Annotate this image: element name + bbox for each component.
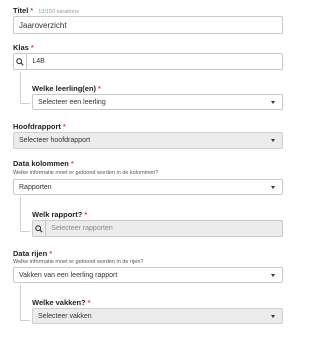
- indent-line: [20, 285, 21, 321]
- indent-line: [20, 103, 30, 104]
- rapport-input[interactable]: [46, 221, 282, 236]
- leerling-select[interactable]: Selecteer een leerling: [32, 94, 283, 110]
- titel-label: Titel * 13/150 karakters: [13, 6, 80, 15]
- caret-down-icon: [271, 274, 275, 277]
- klas-input[interactable]: [27, 54, 282, 69]
- hoofdrapport-select[interactable]: Selecteer hoofdrapport: [13, 132, 283, 149]
- klas-search-field[interactable]: [13, 53, 283, 70]
- indent-line: [20, 197, 21, 232]
- hoofdrapport-label: Hoofdrapport *: [13, 122, 66, 131]
- kolommen-help: Welke informatie moet er getoond worden …: [13, 170, 159, 176]
- rijen-help: Welke informatie moet er getoond worden …: [13, 259, 144, 265]
- indent-line: [20, 231, 30, 232]
- kolommen-label: Data kolommen *: [13, 159, 74, 168]
- rapport-search-field[interactable]: [32, 220, 283, 237]
- rijen-label: Data rijen *: [13, 249, 53, 258]
- rijen-select[interactable]: Vakken van een leerling rapport: [13, 267, 283, 283]
- search-icon[interactable]: [33, 221, 47, 236]
- vakken-label: Welke vakken? *: [32, 298, 91, 307]
- search-icon[interactable]: [14, 54, 28, 69]
- rapport-label: Welk rapport? *: [32, 210, 88, 219]
- leerling-label: Welke leerling(en) *: [32, 84, 101, 93]
- indent-line: [20, 72, 21, 104]
- caret-down-icon: [271, 139, 275, 142]
- kolommen-select[interactable]: Rapporten: [13, 179, 283, 195]
- vakken-select[interactable]: Selecteer vakken: [32, 308, 283, 324]
- titel-counter: 13/150 karakters: [38, 9, 80, 15]
- caret-down-icon: [271, 315, 275, 318]
- caret-down-icon: [271, 101, 275, 104]
- required-mark: *: [30, 6, 34, 15]
- titel-input[interactable]: Jaaroverzicht: [13, 16, 283, 34]
- klas-label: Klas *: [13, 43, 34, 52]
- caret-down-icon: [271, 186, 275, 189]
- indent-line: [20, 320, 30, 321]
